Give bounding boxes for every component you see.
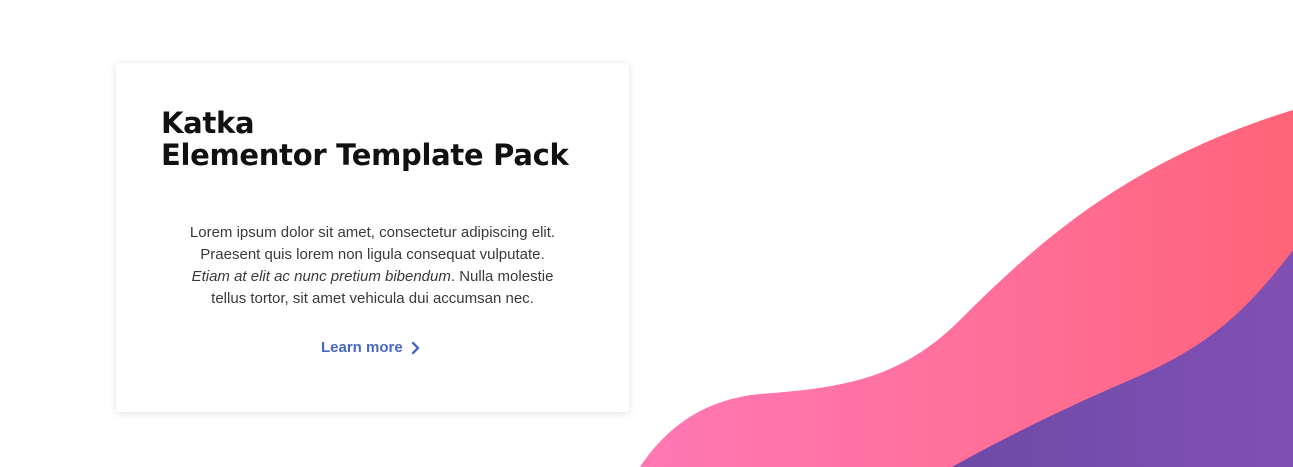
- card-title-line-2: Elementor Template Pack: [161, 138, 569, 172]
- description-line-3: Etiam at elit ac nunc pretium bibendum. …: [136, 266, 609, 288]
- page: Katka Elementor Template Pack Lorem ipsu…: [0, 0, 1293, 467]
- description-line-4: tellus tortor, sit amet vehicula dui acc…: [211, 290, 534, 307]
- card-title: Katka Elementor Template Pack: [161, 106, 569, 172]
- promo-card: Katka Elementor Template Pack Lorem ipsu…: [116, 63, 629, 412]
- description-italic-text: Etiam at elit ac nunc pretium bibendum: [191, 268, 451, 285]
- learn-more-label: Learn more: [321, 339, 403, 356]
- chevron-right-icon: [411, 341, 419, 354]
- learn-more-link[interactable]: Learn more: [321, 339, 422, 356]
- card-description: Lorem ipsum dolor sit amet, consectetur …: [136, 222, 609, 310]
- description-line-3-rest: . Nulla molestie: [450, 268, 554, 285]
- card-title-line-1: Katka: [161, 106, 255, 140]
- description-line-1: Lorem ipsum dolor sit amet, consectetur …: [189, 224, 556, 241]
- description-line-2: Praesent quis lorem non ligula consequat…: [200, 246, 545, 263]
